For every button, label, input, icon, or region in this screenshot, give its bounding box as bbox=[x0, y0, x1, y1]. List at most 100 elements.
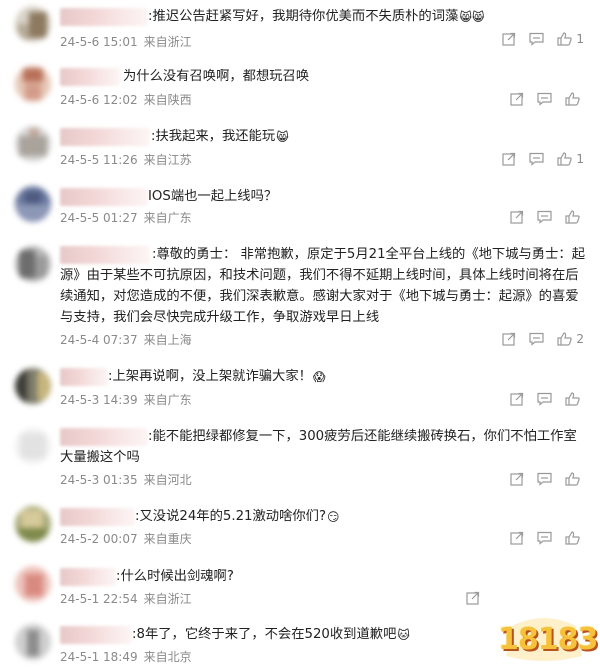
share-button[interactable] bbox=[510, 531, 524, 545]
avatar[interactable] bbox=[15, 428, 51, 464]
comment-list: :推迟公告赶紧写好，我期待你优美而不失质朴的词藻😸😸 24-5-6 15:01 来… bbox=[0, 0, 600, 672]
like-button[interactable] bbox=[565, 531, 584, 545]
comment-icon bbox=[537, 531, 552, 545]
username-redacted[interactable] bbox=[60, 626, 132, 644]
share-button[interactable] bbox=[502, 32, 516, 46]
comment-actions bbox=[497, 530, 584, 546]
comment-date: 24-5-3 14:39 bbox=[60, 393, 138, 407]
comment-actions: 1 bbox=[489, 151, 584, 167]
like-button[interactable] bbox=[565, 92, 584, 106]
share-button[interactable] bbox=[510, 92, 524, 106]
comment-text: :推迟公告赶紧写好，我期待你优美而不失质朴的词藻😸😸 bbox=[148, 6, 484, 28]
avatar[interactable] bbox=[15, 566, 51, 602]
share-button[interactable] bbox=[510, 472, 524, 486]
thumbs-up-icon bbox=[565, 392, 580, 406]
comment-item: :能不能把绿都修复一下，300疲劳后还能继续搬砖换石，你们不怕工作室大量搬这个吗… bbox=[0, 424, 600, 498]
comment-item: :推迟公告赶紧写好，我期待你优美而不失质朴的词藻😸😸 24-5-6 15:01 来… bbox=[0, 0, 600, 58]
comment-location: 来自重庆 bbox=[143, 532, 192, 546]
avatar[interactable] bbox=[15, 506, 51, 542]
reply-button[interactable] bbox=[529, 32, 544, 46]
comment-text: :扶我起来，我还能玩😸 bbox=[151, 126, 289, 148]
reply-button[interactable] bbox=[529, 332, 544, 346]
comment-meta: 24-5-1 22:54 来自浙江 bbox=[60, 590, 198, 607]
like-button[interactable] bbox=[565, 392, 584, 406]
like-count: 2 bbox=[576, 332, 584, 346]
comment-meta: 24-5-5 11:26 来自江苏 bbox=[60, 151, 198, 168]
comment-location: 来自陕西 bbox=[143, 93, 192, 107]
reply-button[interactable] bbox=[537, 472, 552, 486]
share-button[interactable] bbox=[502, 152, 516, 166]
username-redacted[interactable] bbox=[60, 68, 120, 86]
thumbs-up-icon bbox=[565, 210, 580, 224]
reply-button[interactable] bbox=[537, 210, 552, 224]
username-redacted[interactable] bbox=[60, 128, 150, 146]
comment-item: :扶我起来，我还能玩😸 24-5-5 11:26 来自江苏 1 bbox=[0, 120, 600, 178]
comment-meta: 24-5-2 00:07 来自重庆 bbox=[60, 530, 198, 547]
avatar[interactable] bbox=[15, 624, 51, 660]
comment-location: 来自江苏 bbox=[143, 153, 192, 167]
share-icon bbox=[502, 32, 516, 46]
comment-text: :又没说24年的5.21激动啥你们?😏 bbox=[135, 506, 340, 528]
share-button[interactable] bbox=[510, 210, 524, 224]
comment-meta: 24-5-5 01:27 来自广东 bbox=[60, 209, 198, 226]
avatar[interactable] bbox=[15, 368, 51, 404]
comment-icon bbox=[537, 92, 552, 106]
username-redacted[interactable] bbox=[60, 188, 148, 206]
avatar[interactable] bbox=[15, 186, 51, 222]
like-button[interactable] bbox=[565, 472, 584, 486]
comment-date: 24-5-1 18:49 bbox=[60, 650, 138, 664]
emoji: 😱 bbox=[312, 370, 326, 384]
avatar[interactable] bbox=[15, 6, 51, 42]
like-button[interactable]: 1 bbox=[557, 32, 584, 46]
like-count: 1 bbox=[576, 32, 584, 46]
username-redacted[interactable] bbox=[60, 8, 148, 26]
comment-icon bbox=[529, 152, 544, 166]
avatar[interactable] bbox=[15, 66, 51, 102]
comment-text: 为什么没有召唤啊，都想玩召唤 bbox=[123, 69, 310, 84]
comment-item: :尊敬的勇士： 非常抱歉，原定于5月21全平台上线的《地下城与勇士：起源》由于某… bbox=[0, 240, 600, 352]
comment-actions: 1 bbox=[489, 31, 584, 47]
emoji: 😏 bbox=[327, 510, 340, 524]
share-icon bbox=[510, 472, 524, 486]
comment-icon bbox=[529, 332, 544, 346]
comment-meta: 24-5-3 14:39 来自广东 bbox=[60, 391, 198, 408]
reply-button[interactable] bbox=[537, 531, 552, 545]
avatar[interactable] bbox=[15, 246, 51, 282]
emoji: 😸😸 bbox=[459, 10, 485, 24]
reply-button[interactable] bbox=[537, 92, 552, 106]
comment-icon bbox=[537, 210, 552, 224]
comment-date: 24-5-6 12:02 bbox=[60, 93, 138, 107]
comment-meta: 24-5-3 01:35 来自河北 bbox=[60, 471, 198, 488]
logo-text: 18183 bbox=[498, 622, 598, 657]
like-button[interactable]: 1 bbox=[557, 152, 584, 166]
comment-location: 来自浙江 bbox=[143, 35, 192, 49]
thumbs-up-icon bbox=[557, 32, 573, 46]
username-redacted[interactable] bbox=[60, 508, 135, 526]
share-icon bbox=[510, 531, 524, 545]
username-redacted[interactable] bbox=[60, 568, 116, 586]
like-button[interactable] bbox=[565, 210, 584, 224]
share-icon bbox=[510, 392, 524, 406]
comment-location: 来自上海 bbox=[143, 333, 192, 347]
share-icon bbox=[502, 332, 516, 346]
like-button[interactable]: 2 bbox=[557, 332, 584, 346]
username-redacted[interactable] bbox=[60, 368, 108, 386]
comment-meta: 24-5-6 12:02 来自陕西 bbox=[60, 91, 198, 108]
thumbs-up-icon bbox=[565, 472, 580, 486]
share-button[interactable] bbox=[510, 392, 524, 406]
share-button[interactable] bbox=[502, 332, 516, 346]
share-button[interactable] bbox=[466, 591, 480, 605]
comment-date: 24-5-4 07:37 bbox=[60, 333, 138, 347]
comment-text: :什么时候出剑魂啊? bbox=[116, 569, 234, 584]
comment-item: :又没说24年的5.21激动啥你们?😏 24-5-2 00:07 来自重庆 bbox=[0, 504, 600, 562]
reply-button[interactable] bbox=[529, 152, 544, 166]
reply-button[interactable] bbox=[537, 392, 552, 406]
comment-actions bbox=[497, 209, 584, 225]
comment-item: :上架再说啊，没上架就诈骗大家！😱 24-5-3 14:39 来自广东 bbox=[0, 362, 600, 420]
emoji: 😸 bbox=[276, 130, 289, 144]
comment-date: 24-5-1 22:54 bbox=[60, 592, 138, 606]
comment-actions bbox=[453, 590, 480, 606]
comment-location: 来自河北 bbox=[143, 473, 192, 487]
avatar[interactable] bbox=[15, 126, 51, 162]
thumbs-up-icon bbox=[565, 92, 580, 106]
